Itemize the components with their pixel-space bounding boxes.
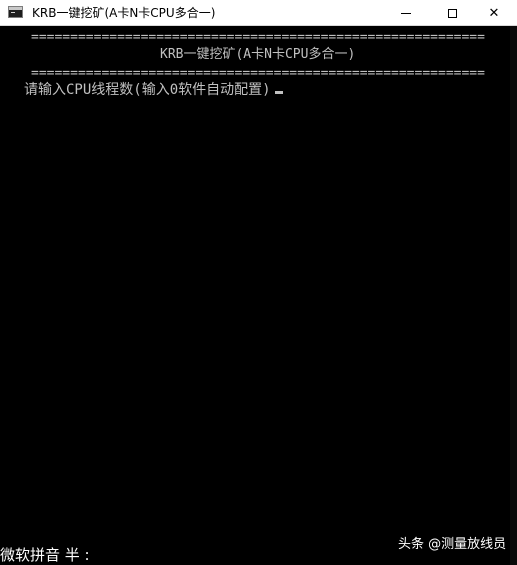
console-app-icon xyxy=(8,6,23,18)
close-button[interactable]: ✕ xyxy=(471,0,517,26)
text-cursor xyxy=(274,91,283,94)
minimize-button[interactable] xyxy=(383,0,429,26)
ime-status: 微软拼音 半 : xyxy=(0,546,90,564)
minimize-icon xyxy=(401,12,411,14)
console-output[interactable]: ========================================… xyxy=(0,26,510,565)
console-banner: KRB一键挖矿(A卡N卡CPU多合一) xyxy=(160,47,356,62)
maximize-icon xyxy=(447,8,457,18)
separator-line-bottom: ========================================… xyxy=(31,66,485,81)
maximize-button[interactable] xyxy=(429,0,475,26)
console-window: KRB一键挖矿(A卡N卡CPU多合一) ✕ ==================… xyxy=(0,0,517,565)
separator-line-top: ========================================… xyxy=(31,30,485,45)
watermark: 头条 @测量放线员 xyxy=(398,537,507,552)
cpu-thread-prompt: 请输入CPU线程数(输入0软件自动配置) xyxy=(24,82,271,98)
window-title: KRB一键挖矿(A卡N卡CPU多合一) xyxy=(32,6,216,20)
title-bar[interactable]: KRB一键挖矿(A卡N卡CPU多合一) ✕ xyxy=(0,0,517,26)
close-icon: ✕ xyxy=(488,5,500,21)
console-scrollbar[interactable] xyxy=(510,26,517,565)
input-prompt-row[interactable]: 请输入CPU线程数(输入0软件自动配置) xyxy=(24,82,283,98)
